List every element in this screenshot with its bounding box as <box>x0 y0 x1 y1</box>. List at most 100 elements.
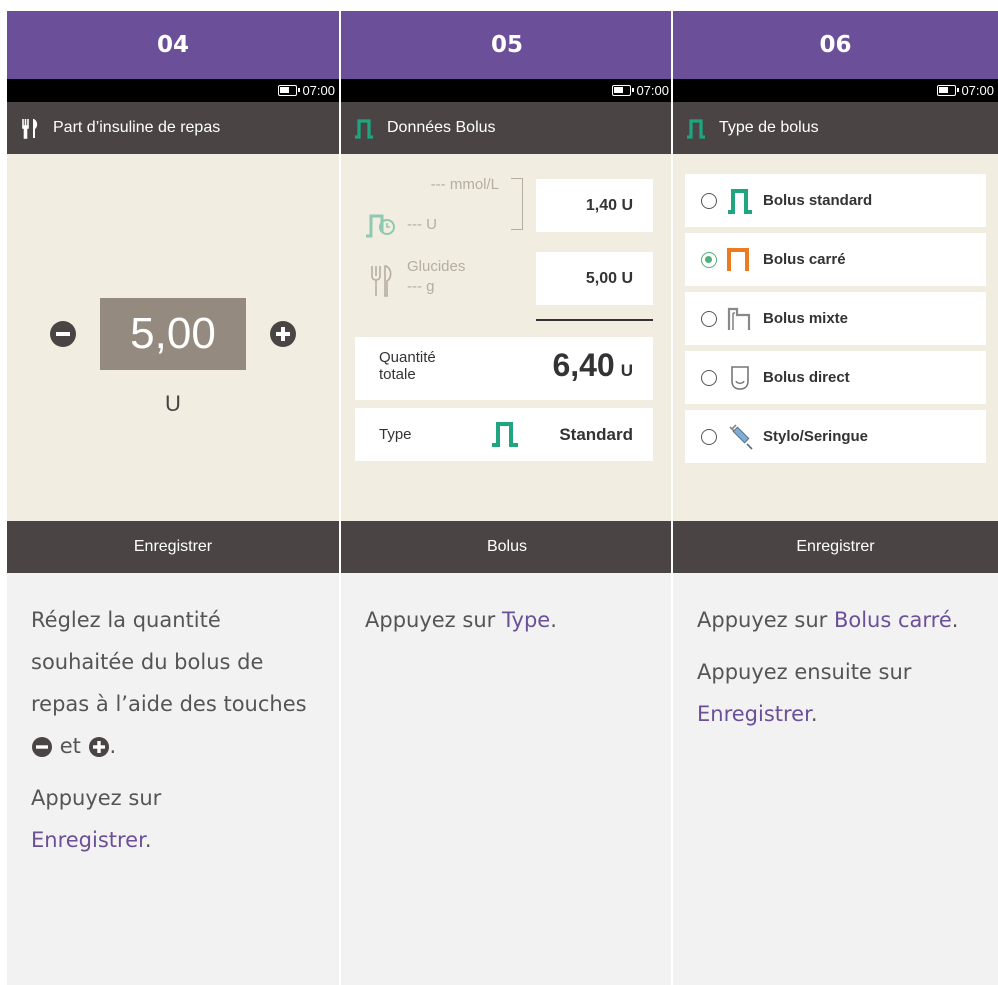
total-unit: U <box>620 361 633 380</box>
option-label: Bolus carré <box>763 251 846 268</box>
option-label: Bolus standard <box>763 192 873 209</box>
option-bolus-direct[interactable]: Bolus direct <box>685 351 986 404</box>
radio-button[interactable] <box>701 310 717 327</box>
radio-button[interactable] <box>701 428 717 445</box>
instruction-paragraph: Appuyez sur Enregistrer. <box>31 777 315 861</box>
screen-title: Type de bolus <box>719 119 819 136</box>
sum-divider <box>536 319 653 321</box>
status-bar: 07:00 <box>7 79 339 102</box>
step-number: 06 <box>673 11 998 79</box>
bolus-square-link[interactable]: Bolus carré <box>834 608 952 632</box>
instruction-paragraph: Appuyez ensuite sur Enregistrer. <box>697 651 974 735</box>
unit-label: U <box>165 391 181 416</box>
punctuation: . <box>144 828 152 852</box>
instruction-sentence: Appuyez ensuite sur <box>697 660 912 684</box>
status-bar: 07:00 <box>673 79 998 102</box>
step-number: 04 <box>7 11 339 79</box>
screen-title-bar: Type de bolus <box>673 102 998 154</box>
instruction-and: et <box>59 734 81 758</box>
minus-circle-icon <box>32 737 52 757</box>
instruction-paragraph: Appuyez sur Bolus carré. <box>697 599 974 641</box>
bracket <box>511 178 523 230</box>
total-card: Quantité totale 6,40 U <box>355 337 653 400</box>
battery-icon <box>612 85 635 96</box>
total-label: Quantité <box>379 349 436 366</box>
option-bolus-standard[interactable]: Bolus standard <box>685 174 986 227</box>
status-bar: 07:00 <box>341 79 673 102</box>
screen-title-bar: Données Bolus <box>341 102 673 154</box>
punctuation: . <box>550 608 557 632</box>
radio-button[interactable] <box>701 369 717 386</box>
radio-button-selected[interactable] <box>701 251 717 268</box>
option-pen-syringe[interactable]: Stylo/Seringue <box>685 410 986 463</box>
device-screen: --- mmol/L --- U 1,40 U Glucides --- g 5… <box>341 154 673 521</box>
radio-button[interactable] <box>701 192 717 209</box>
step-panel-05: 05 07:00 Données Bolus --- mmol/L --- U … <box>341 11 673 985</box>
step-panel-06: 06 07:00 Type de bolus Bolus standard Bo… <box>673 11 998 985</box>
step-number: 05 <box>341 11 673 79</box>
option-label: Bolus mixte <box>763 310 849 327</box>
option-bolus-mixed[interactable]: Bolus mixte <box>685 292 986 345</box>
status-time: 07:00 <box>636 83 669 98</box>
battery-icon <box>937 85 960 96</box>
type-link[interactable]: Type <box>502 608 550 632</box>
option-label: Bolus direct <box>763 369 850 386</box>
bolus-standard-icon <box>685 117 707 139</box>
option-bolus-square[interactable]: Bolus carré <box>685 233 986 286</box>
save-link[interactable]: Enregistrer <box>31 828 145 852</box>
save-button[interactable]: Enregistrer <box>7 521 339 573</box>
instruction-sentence: Appuyez sur <box>365 608 496 632</box>
bolus-amount-value: 5,00 <box>100 298 246 370</box>
bg-units-label: --- U <box>407 216 437 233</box>
device-screen: Bolus standard Bolus carré Bolus mixte B… <box>673 154 998 521</box>
total-label: totale <box>379 366 416 383</box>
instruction-sentence: Appuyez sur <box>31 786 162 810</box>
screen-title-bar: Part d’insuline de repas <box>7 102 339 154</box>
type-label: Type <box>379 426 412 443</box>
bolus-standard-icon <box>353 117 375 139</box>
fork-knife-icon <box>371 265 392 297</box>
bolus-direct-icon <box>727 365 753 391</box>
type-value: Standard <box>559 424 633 444</box>
carbs-grams: --- g <box>407 278 435 295</box>
bolus-button[interactable]: Bolus <box>341 521 673 573</box>
carbs-label: Glucides <box>407 258 466 275</box>
instruction-text: Appuyez sur Bolus carré. Appuyez ensuite… <box>673 573 998 985</box>
battery-icon <box>278 85 301 96</box>
column-divider <box>339 11 341 985</box>
plus-circle-icon <box>88 737 109 757</box>
screen-title: Données Bolus <box>387 119 496 136</box>
instruction-paragraph: Réglez la quantité souhaitée du bolus de… <box>31 599 315 767</box>
screen-title: Part d’insuline de repas <box>53 119 221 136</box>
bolus-square-icon <box>727 247 753 273</box>
status-time: 07:00 <box>961 83 994 98</box>
step-panel-04: 04 07:00 Part d’insuline de repas 5,00 U… <box>7 11 339 985</box>
fork-knife-icon <box>19 117 41 139</box>
save-link[interactable]: Enregistrer <box>697 702 811 726</box>
instruction-sentence: Appuyez sur <box>697 608 828 632</box>
bolus-standard-icon <box>727 188 753 214</box>
bolus-type-row[interactable]: Type Standard <box>355 408 653 461</box>
pen-syringe-icon <box>727 423 753 450</box>
plus-button[interactable] <box>270 321 296 347</box>
punctuation: . <box>810 702 818 726</box>
device-screen: 5,00 U <box>7 154 339 521</box>
total-value: 6,40 <box>552 347 615 383</box>
status-time: 07:00 <box>302 83 335 98</box>
instruction-sentence: Réglez la quantité souhaitée du bolus de… <box>31 608 307 716</box>
minus-button[interactable] <box>50 321 76 347</box>
bg-mmol-label: --- mmol/L <box>430 176 499 193</box>
save-button[interactable]: Enregistrer <box>673 521 998 573</box>
bolus-mixed-icon <box>727 306 753 332</box>
option-label: Stylo/Seringue <box>763 428 869 445</box>
bg-bolus-value: 1,40 U <box>536 179 653 232</box>
carbs-bolus-value: 5,00 U <box>536 252 653 305</box>
punctuation: . <box>951 608 959 632</box>
instruction-text: Réglez la quantité souhaitée du bolus de… <box>7 573 339 985</box>
instruction-text: Appuyez sur Type. <box>341 573 673 985</box>
punctuation: . <box>109 734 117 758</box>
value-adjuster: 5,00 <box>7 298 339 370</box>
bolus-correction-icon <box>366 214 395 238</box>
column-divider <box>671 11 673 985</box>
bolus-standard-icon <box>492 422 518 447</box>
